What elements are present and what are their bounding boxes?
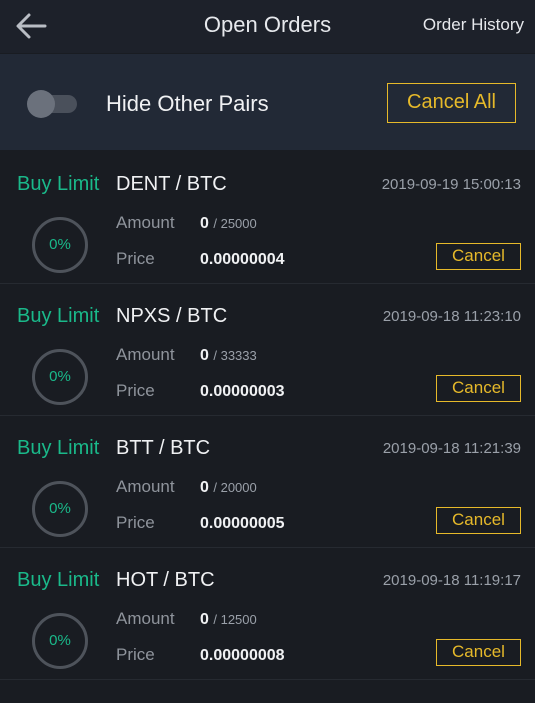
fill-progress-text: 0% (49, 632, 71, 649)
order-row: Buy Limit DENT / BTC 2019-09-19 15:00:13… (0, 152, 535, 284)
top-bar: Open Orders Order History (0, 0, 535, 53)
price-value: 0.00000004 (200, 251, 285, 268)
cancel-order-button[interactable]: Cancel (436, 639, 521, 666)
cancel-all-button[interactable]: Cancel All (387, 83, 516, 123)
amount-value: 0 / 20000 (200, 478, 257, 498)
amount-label: Amount (116, 609, 175, 628)
order-type: Buy Limit (17, 305, 100, 327)
amount-value: 0 / 12500 (200, 610, 257, 630)
order-pair: NPXS / BTC (116, 305, 228, 327)
amount-value: 0 / 25000 (200, 214, 257, 234)
cancel-order-button[interactable]: Cancel (436, 375, 521, 402)
order-pair: HOT / BTC (116, 569, 215, 591)
fill-progress-text: 0% (49, 368, 71, 385)
orders-list: Buy Limit DENT / BTC 2019-09-19 15:00:13… (0, 152, 535, 680)
cancel-order-button[interactable]: Cancel (436, 507, 521, 534)
order-pair: DENT / BTC (116, 173, 227, 195)
price-label: Price (116, 645, 155, 664)
amount-filled: 0 (200, 611, 209, 628)
order-type: Buy Limit (17, 173, 100, 195)
price-label: Price (116, 513, 155, 532)
amount-label: Amount (116, 477, 175, 496)
fill-progress-text: 0% (49, 500, 71, 517)
amount-label: Amount (116, 213, 175, 232)
price-label: Price (116, 381, 155, 400)
filter-bar: Hide Other Pairs Cancel All (0, 54, 535, 150)
amount-value: 0 / 33333 (200, 346, 257, 366)
amount-total: / 12500 (213, 612, 257, 627)
amount-total: / 20000 (213, 480, 257, 495)
fill-progress-text: 0% (49, 236, 71, 253)
order-time: 2019-09-18 11:21:39 (382, 440, 521, 457)
price-label: Price (116, 249, 155, 268)
price-value: 0.00000003 (200, 383, 285, 400)
order-row: Buy Limit BTT / BTC 2019-09-18 11:21:39 … (0, 416, 535, 548)
order-time: 2019-09-18 11:19:17 (382, 572, 521, 589)
hide-other-pairs-toggle[interactable] (27, 90, 79, 118)
open-orders-screen: Open Orders Order History Hide Other Pai… (0, 0, 535, 703)
order-type: Buy Limit (17, 437, 100, 459)
amount-total: / 33333 (213, 348, 257, 363)
amount-filled: 0 (200, 215, 209, 232)
toggle-knob (27, 90, 55, 118)
price-value: 0.00000008 (200, 647, 285, 664)
cancel-order-button[interactable]: Cancel (436, 243, 521, 270)
order-row: Buy Limit HOT / BTC 2019-09-18 11:19:17 … (0, 548, 535, 680)
order-type: Buy Limit (17, 569, 100, 591)
amount-total: / 25000 (213, 216, 257, 231)
amount-label: Amount (116, 345, 175, 364)
order-time: 2019-09-19 15:00:13 (381, 176, 521, 193)
order-pair: BTT / BTC (116, 437, 211, 459)
amount-filled: 0 (200, 479, 209, 496)
order-row: Buy Limit NPXS / BTC 2019-09-18 11:23:10… (0, 284, 535, 416)
order-history-link[interactable]: Order History (423, 14, 524, 36)
amount-filled: 0 (200, 347, 209, 364)
order-time: 2019-09-18 11:23:10 (382, 308, 521, 325)
price-value: 0.00000005 (200, 515, 285, 532)
hide-other-pairs-label: Hide Other Pairs (106, 91, 269, 116)
